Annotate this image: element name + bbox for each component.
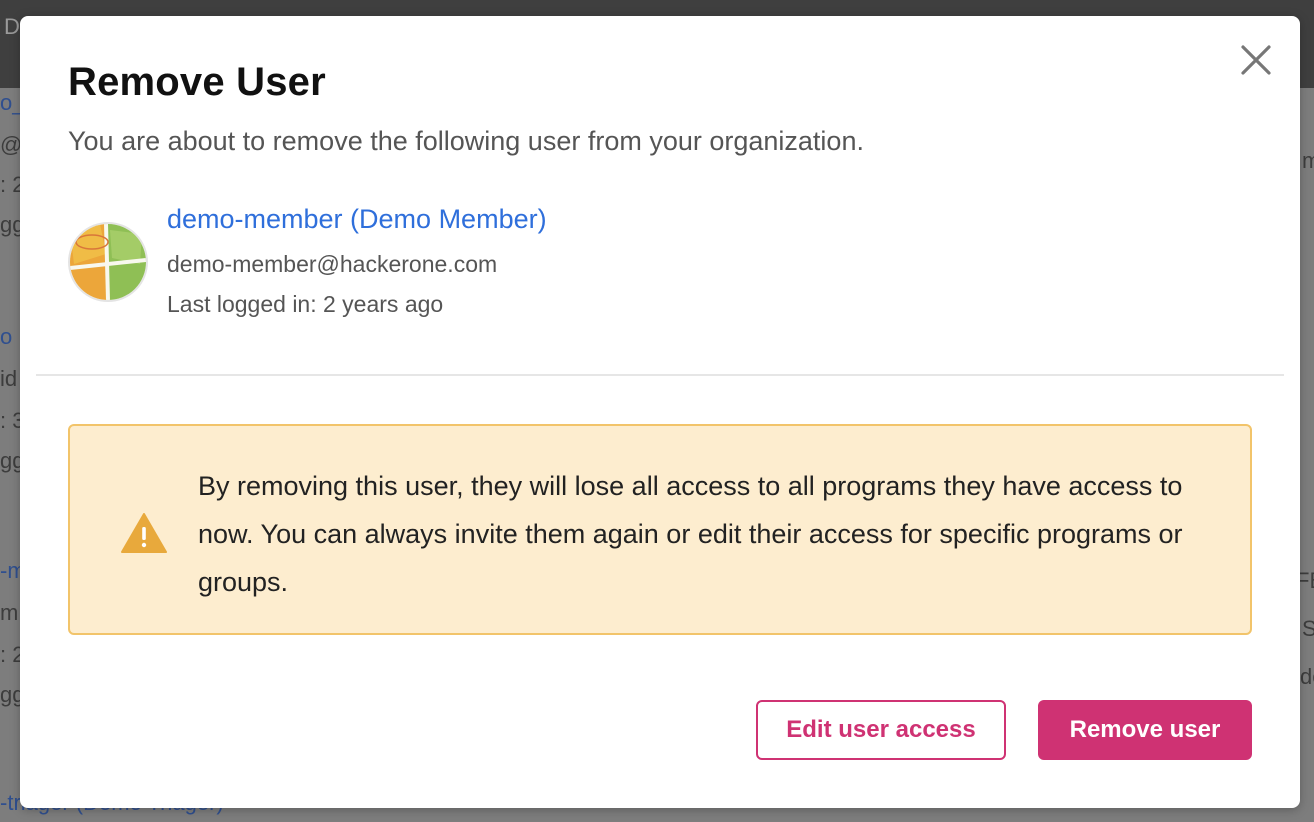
warning-callout: By removing this user, they will lose al… — [68, 424, 1252, 635]
background-fragment: id — [0, 366, 18, 391]
dialog-subtitle: You are about to remove the following us… — [68, 126, 864, 156]
background-fragment: S — [1302, 616, 1314, 641]
background-fragment: @ — [0, 132, 23, 157]
background-fragment: de — [1300, 664, 1314, 689]
divider — [36, 374, 1284, 376]
remove-user-dialog: Remove User You are about to remove the … — [20, 16, 1300, 808]
edit-user-access-button[interactable]: Edit user access — [756, 700, 1006, 760]
background-fragment: m — [1302, 148, 1314, 173]
warning-icon — [121, 513, 167, 553]
warning-message: By removing this user, they will lose al… — [198, 471, 1183, 597]
remove-user-button[interactable]: Remove user — [1038, 700, 1252, 760]
avatar — [68, 222, 148, 302]
background-header-text: D — [4, 14, 20, 39]
user-display-name-link[interactable]: demo-member (Demo Member) — [167, 204, 547, 235]
close-icon — [1241, 45, 1271, 75]
background-fragment: m — [0, 600, 19, 625]
background-fragment: o — [0, 324, 13, 349]
user-email: demo-member@hackerone.com — [167, 251, 498, 277]
user-last-logged-in: Last logged in: 2 years ago — [167, 291, 444, 317]
close-button[interactable] — [1238, 42, 1274, 78]
dialog-title: Remove User — [68, 60, 326, 104]
